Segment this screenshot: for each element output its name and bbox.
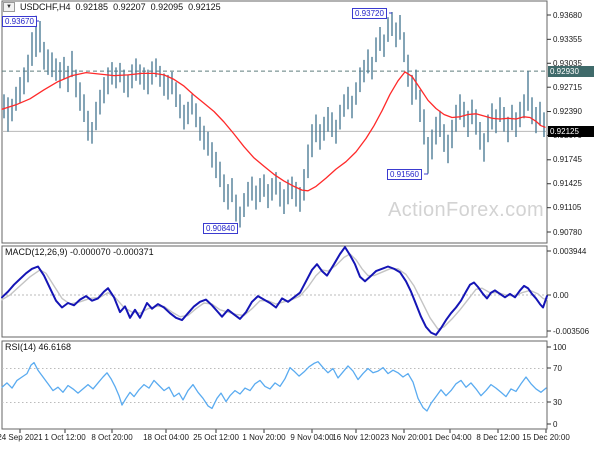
forex-chart-window: ActionForex.com ▼ USDCHF,H4 0.92185 0.92…: [0, 0, 600, 450]
quote-open: 0.92185: [75, 2, 109, 12]
chart-canvas: [1, 0, 551, 433]
symbol-dropdown-button[interactable]: ▼: [3, 2, 15, 12]
quote-high: 0.92207: [113, 2, 146, 12]
chevron-down-icon: ▼: [6, 4, 12, 10]
chart-symbol-period: USDCHF,H4: [20, 2, 71, 12]
quote-low: 0.92095: [150, 2, 184, 12]
quote-close: 0.92125: [188, 2, 221, 12]
chart-titlebar: ▼ USDCHF,H4 0.92185 0.92207 0.92095 0.92…: [3, 2, 221, 12]
